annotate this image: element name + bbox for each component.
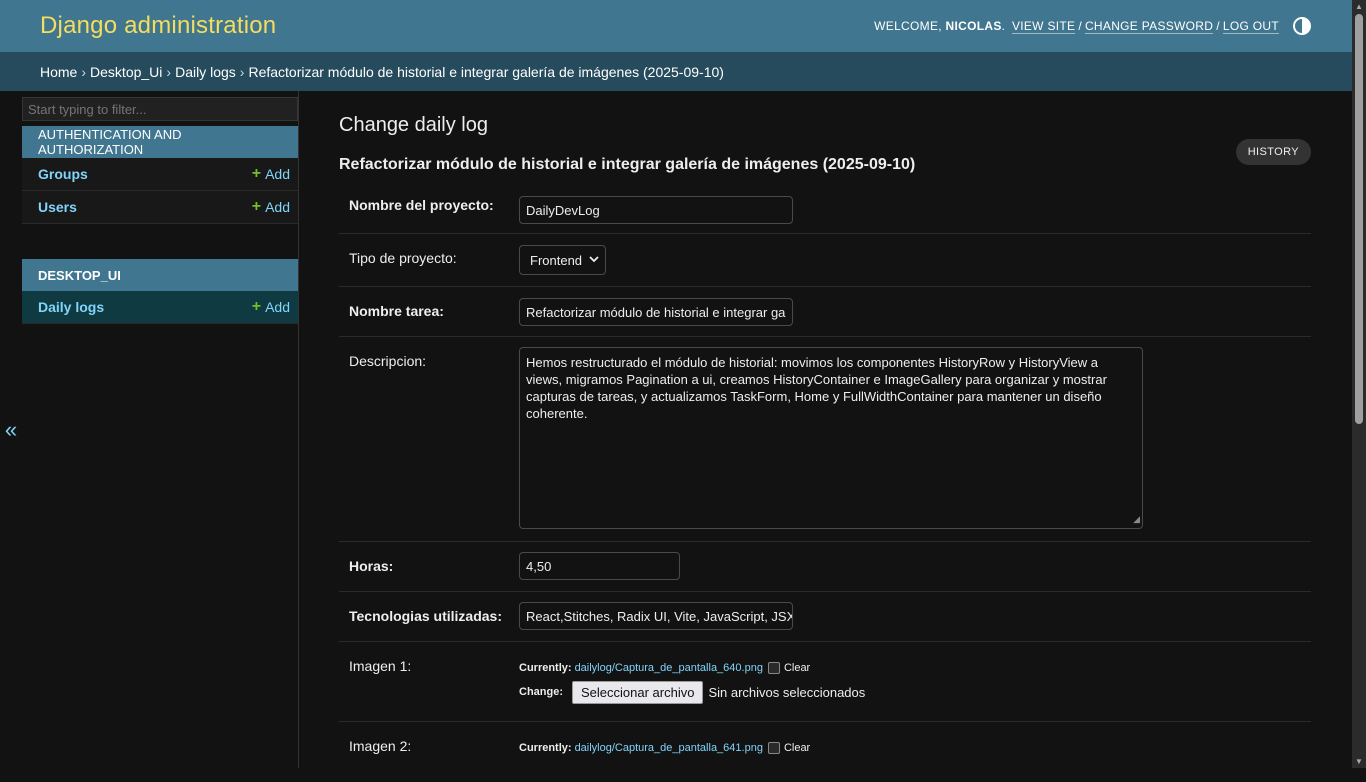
tipo-proyecto-select[interactable]: Frontend <box>519 245 606 275</box>
form-row-imagen-1: Imagen 1: Currently: dailylog/Captura_de… <box>339 642 1311 722</box>
add-group-button[interactable]: + Add <box>251 165 290 183</box>
object-title: Refactorizar módulo de historial e integ… <box>339 156 916 173</box>
add-daily-log-button[interactable]: + Add <box>251 298 290 316</box>
field-label: Descripcion: <box>349 353 427 369</box>
plus-icon: + <box>251 165 262 182</box>
change-label: Change: <box>519 686 563 698</box>
user-tools: WELCOME, NICOLAS. VIEW SITE / CHANGE PASS… <box>874 16 1312 36</box>
breadcrumb-separator: › <box>166 63 172 80</box>
form-row-nombre-proyecto: Nombre del proyecto: DailyDevLog <box>339 185 1311 234</box>
add-label: Add <box>265 166 290 182</box>
breadcrumb-separator: › <box>81 63 87 80</box>
change-line: Change: Seleccionar archivo Sin archivos… <box>519 680 866 704</box>
breadcrumb-model[interactable]: Daily logs <box>175 64 236 80</box>
sidebar-item-users: Users + Add <box>22 191 298 224</box>
select-file-button[interactable]: Seleccionar archivo <box>572 680 704 704</box>
field-label: Imagen 2: <box>349 738 412 754</box>
form-row-tecnologias: Tecnologias utilizadas: React,Stitches, … <box>339 592 1311 642</box>
current-file-link[interactable]: dailylog/Captura_de_pantalla_641.png <box>575 742 763 754</box>
module-caption-auth[interactable]: Authentication and Authorization <box>22 126 298 158</box>
form-row-imagen-2: Imagen 2: Currently: dailylog/Captura_de… <box>339 722 1311 782</box>
field-container: Refactorizar módulo de historial e integ… <box>519 287 793 336</box>
field-container: Currently: dailylog/Captura_de_pantalla_… <box>519 642 865 721</box>
scroll-up-icon[interactable]: ▲ <box>1355 2 1363 11</box>
scroll-down-icon[interactable]: ▼ <box>1355 757 1363 766</box>
page-title: Change daily log <box>339 114 488 136</box>
nombre-proyecto-input[interactable]: DailyDevLog <box>519 196 793 224</box>
tecnologias-input[interactable]: React,Stitches, Radix UI, Vite, JavaScri… <box>519 602 793 630</box>
form-row-horas: Horas: 4,50 <box>339 542 1311 592</box>
clear-checkbox[interactable] <box>767 662 780 674</box>
field-label: Tipo de proyecto: <box>349 250 457 266</box>
breadcrumb-separator: › <box>239 63 245 80</box>
site-branding[interactable]: Django administration <box>40 12 276 40</box>
sidebar-collapse-button[interactable]: « <box>0 91 22 768</box>
sidebar-item-label[interactable]: Groups <box>38 166 88 182</box>
breadcrumb: Home › Desktop_Ui › Daily logs › Refacto… <box>0 52 1352 91</box>
scrollbar-thumb[interactable] <box>1355 14 1363 424</box>
plus-icon: + <box>251 198 262 215</box>
field-container: DailyDevLog <box>519 185 793 233</box>
sidebar-item-label[interactable]: Daily logs <box>38 299 104 315</box>
history-button[interactable]: HISTORY <box>1235 139 1311 165</box>
add-label: Add <box>265 199 290 215</box>
field-container: Currently: dailylog/Captura_de_pantalla_… <box>519 722 810 782</box>
field-container: React,Stitches, Radix UI, Vite, JavaScri… <box>519 592 793 641</box>
horas-input[interactable]: 4,50 <box>519 552 680 580</box>
textarea-value: Hemos restructurado el módulo de histori… <box>526 355 1107 421</box>
plus-icon: + <box>251 298 262 315</box>
sidebar-item-groups: Groups + Add <box>22 158 298 191</box>
change-password-link[interactable]: CHANGE PASSWORD <box>1084 19 1214 34</box>
descripcion-textarea[interactable]: Hemos restructurado el módulo de histori… <box>519 347 1143 529</box>
form-row-nombre-tarea: Nombre tarea: Refactorizar módulo de his… <box>339 287 1311 337</box>
username: NICOLAS <box>945 19 1002 33</box>
field-container: Frontend <box>519 234 606 286</box>
no-file-text: Sin archivos seleccionados <box>708 684 866 700</box>
breadcrumb-app[interactable]: Desktop_Ui <box>90 64 162 80</box>
field-label: Tecnologias utilizadas: <box>349 608 502 624</box>
currently-label: Currently: <box>519 742 572 754</box>
select-value: Frontend <box>530 252 583 268</box>
welcome-text: WELCOME, <box>874 19 942 33</box>
form-row-tipo-proyecto: Tipo de proyecto: Frontend <box>339 234 1311 287</box>
resize-handle-icon[interactable]: ◢ <box>1133 511 1140 528</box>
clear-label: Clear <box>783 742 811 754</box>
view-site-link[interactable]: VIEW SITE <box>1011 19 1076 34</box>
breadcrumb-current: Refactorizar módulo de historial e integ… <box>248 63 724 80</box>
nombre-tarea-input[interactable]: Refactorizar módulo de historial e integ… <box>519 298 793 326</box>
field-container: 4,50 <box>519 542 680 591</box>
field-label: Imagen 1: <box>349 658 412 674</box>
clear-label: Clear <box>783 662 811 674</box>
field-label: Nombre tarea: <box>349 303 444 319</box>
field-label: Nombre del proyecto: <box>349 197 494 213</box>
current-file-link[interactable]: dailylog/Captura_de_pantalla_640.png <box>575 662 763 674</box>
currently-line: Currently: dailylog/Captura_de_pantalla_… <box>519 738 810 758</box>
sidebar-item-daily-logs: Daily logs + Add <box>22 291 298 324</box>
module-caption-desktop-ui[interactable]: DESKTOP_UI <box>22 259 298 291</box>
chevron-down-icon <box>589 254 599 266</box>
clear-checkbox[interactable] <box>767 742 780 754</box>
currently-line: Currently: dailylog/Captura_de_pantalla_… <box>519 658 865 678</box>
add-label: Add <box>265 299 290 315</box>
main-content: Change daily log HISTORY Refactorizar mó… <box>339 91 1311 782</box>
breadcrumb-home[interactable]: Home <box>40 64 77 80</box>
currently-label: Currently: <box>519 662 572 674</box>
contrast-icon[interactable] <box>1292 16 1312 36</box>
field-label: Horas: <box>349 558 394 574</box>
page-scrollbar[interactable]: ▲ ▼ <box>1352 0 1366 768</box>
add-user-button[interactable]: + Add <box>251 198 290 216</box>
field-container: Hemos restructurado el módulo de histori… <box>519 337 1143 541</box>
sidebar-filter-input[interactable] <box>22 97 298 121</box>
form-row-descripcion: Descripcion: Hemos restructurado el módu… <box>339 337 1311 542</box>
sidebar-item-label[interactable]: Users <box>38 199 77 215</box>
log-out-link[interactable]: LOG OUT <box>1222 19 1279 34</box>
header: Django administration WELCOME, NICOLAS. … <box>0 0 1352 52</box>
sidebar: Authentication and Authorization Groups … <box>22 91 299 768</box>
